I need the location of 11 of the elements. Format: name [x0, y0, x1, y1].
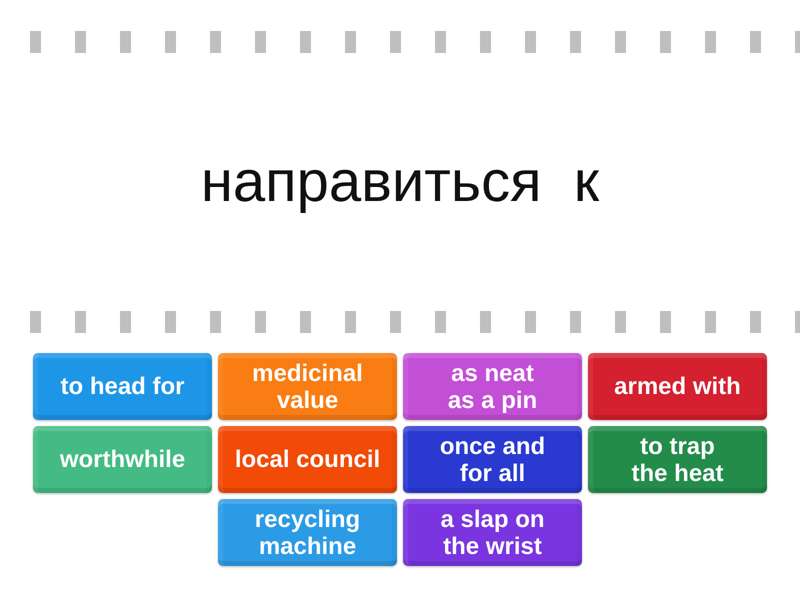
answer-tile[interactable]: as neat as a pin [403, 353, 582, 420]
answer-tile[interactable]: to trap the heat [588, 426, 767, 493]
answer-tile[interactable]: medicinal value [218, 353, 397, 420]
answer-tile[interactable]: recycling machine [218, 499, 397, 566]
answer-tile[interactable]: armed with [588, 353, 767, 420]
answer-tile[interactable]: a slap on the wrist [403, 499, 582, 566]
answer-tile[interactable]: local council [218, 426, 397, 493]
answer-tile[interactable]: to head for [33, 353, 212, 420]
answer-tile[interactable]: worthwhile [33, 426, 212, 493]
prompt-text: направиться к [200, 148, 600, 216]
answer-tile[interactable]: once and for all [403, 426, 582, 493]
